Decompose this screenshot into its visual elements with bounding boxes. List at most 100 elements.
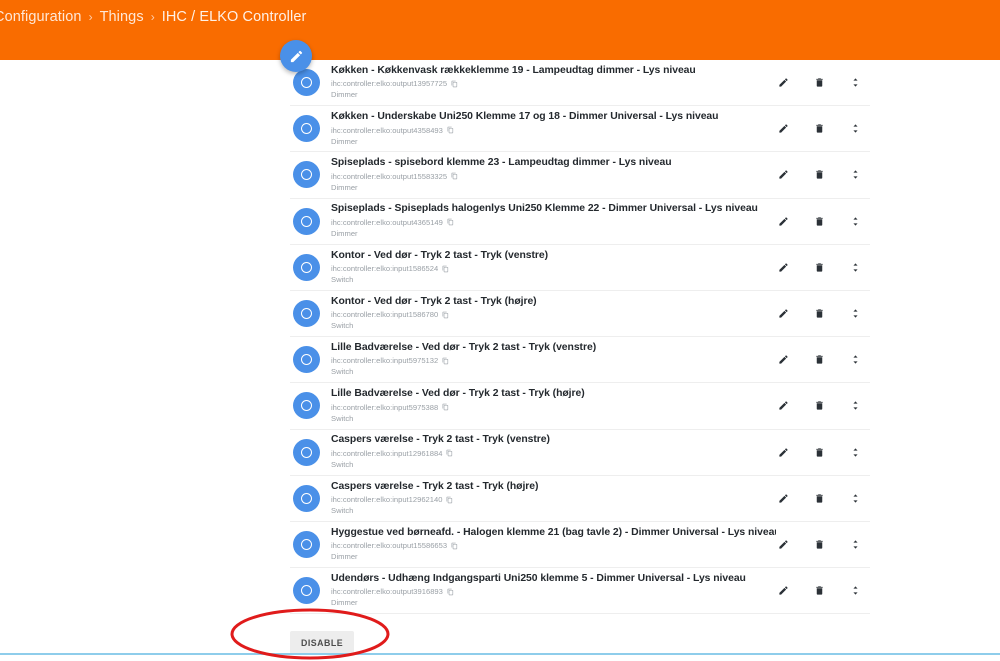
copy-icon[interactable]	[447, 588, 454, 596]
delete-channel-icon[interactable]	[812, 168, 826, 182]
delete-channel-icon[interactable]	[812, 445, 826, 459]
reorder-channel-icon[interactable]	[848, 445, 862, 459]
edit-channel-icon[interactable]	[776, 491, 790, 505]
channel-uid: ihc:controller:elko:output13957725	[331, 79, 448, 89]
copy-icon[interactable]	[451, 80, 458, 88]
delete-channel-icon[interactable]	[812, 537, 826, 551]
channel-row[interactable]: Kontor - Ved dør - Tryk 2 tast - Tryk (v…	[290, 245, 870, 291]
channel-row[interactable]: Lille Badværelse - Ved dør - Tryk 2 tast…	[290, 337, 870, 384]
channel-actions	[776, 584, 870, 598]
channel-avatar	[293, 300, 320, 328]
channel-row[interactable]: Køkken - Køkkenvask rækkeklemme 19 - Lam…	[290, 60, 870, 107]
reorder-channel-icon[interactable]	[848, 491, 862, 505]
footer-actions: DISABLE	[290, 625, 870, 661]
delete-channel-icon[interactable]	[812, 76, 826, 90]
copy-icon[interactable]	[446, 449, 453, 457]
edit-fab-button[interactable]	[280, 40, 312, 72]
copy-icon[interactable]	[442, 311, 449, 319]
copy-icon[interactable]	[442, 265, 449, 273]
channel-status-icon	[301, 585, 312, 597]
channel-row[interactable]: Hyggestue ved børneafd. - Halogen klemme…	[290, 522, 870, 569]
channel-uid: ihc:controller:elko:output15586653	[331, 541, 448, 551]
reorder-channel-icon[interactable]	[848, 214, 862, 228]
edit-channel-icon[interactable]	[776, 76, 790, 90]
reorder-channel-icon[interactable]	[848, 584, 862, 598]
copy-icon[interactable]	[451, 542, 458, 550]
edit-channel-icon[interactable]	[776, 445, 790, 459]
channel-actions	[776, 76, 870, 90]
channel-uid-line: ihc:controller:elko:output4365149	[331, 217, 776, 228]
channel-status-icon	[301, 123, 312, 135]
channel-avatar	[293, 161, 320, 189]
edit-channel-icon[interactable]	[776, 353, 790, 367]
channel-row[interactable]: Caspers værelse - Tryk 2 tast - Tryk (ve…	[290, 430, 870, 476]
delete-channel-icon[interactable]	[812, 399, 826, 413]
copy-icon[interactable]	[442, 403, 449, 411]
channel-uid: ihc:controller:elko:input12961884	[331, 448, 443, 458]
copy-icon[interactable]	[451, 172, 458, 180]
channel-title: Caspers værelse - Tryk 2 tast - Tryk (hø…	[331, 480, 539, 492]
breadcrumb-item-configuration[interactable]: Configuration	[0, 6, 82, 28]
reorder-channel-icon[interactable]	[848, 168, 862, 182]
edit-channel-icon[interactable]	[776, 399, 790, 413]
channel-uid-line: ihc:controller:elko:input1586524	[331, 263, 776, 274]
edit-channel-icon[interactable]	[776, 537, 790, 551]
disable-button[interactable]: DISABLE	[290, 631, 355, 655]
edit-channel-icon[interactable]	[776, 214, 790, 228]
delete-channel-icon[interactable]	[812, 307, 826, 321]
channel-title: Lille Badværelse - Ved dør - Tryk 2 tast…	[331, 341, 597, 353]
reorder-channel-icon[interactable]	[848, 76, 862, 90]
delete-channel-icon[interactable]	[812, 214, 826, 228]
breadcrumb-separator-icon: ›	[88, 10, 93, 24]
reorder-channel-icon[interactable]	[848, 260, 862, 274]
edit-channel-icon[interactable]	[776, 168, 790, 182]
reorder-channel-icon[interactable]	[848, 353, 862, 367]
channel-row[interactable]: Caspers værelse - Tryk 2 tast - Tryk (hø…	[290, 476, 870, 522]
channel-type: Dimmer	[331, 182, 358, 192]
channel-text-block: Spiseplads - Spiseplads halogenlys Uni25…	[320, 203, 776, 239]
copy-icon[interactable]	[442, 357, 449, 365]
reorder-channel-icon[interactable]	[848, 399, 862, 413]
delete-channel-icon[interactable]	[812, 353, 826, 367]
channel-uid-line: ihc:controller:elko:output4358493	[331, 125, 776, 136]
channel-row[interactable]: Spiseplads - Spiseplads halogenlys Uni25…	[290, 199, 870, 245]
channel-type: Dimmer	[331, 136, 358, 146]
edit-channel-icon[interactable]	[776, 122, 790, 136]
reorder-channel-icon[interactable]	[848, 537, 862, 551]
channel-uid-line: ihc:controller:elko:input5975388	[331, 402, 776, 413]
copy-icon[interactable]	[447, 126, 454, 134]
channel-actions	[776, 307, 870, 321]
channel-title: Spiseplads - spisebord klemme 23 - Lampe…	[331, 157, 672, 169]
channel-text-block: Lille Badværelse - Ved dør - Tryk 2 tast…	[320, 342, 776, 378]
channel-uid: ihc:controller:elko:output4365149	[331, 217, 443, 227]
copy-icon[interactable]	[447, 218, 454, 226]
channel-title: Caspers værelse - Tryk 2 tast - Tryk (ve…	[331, 434, 550, 446]
reorder-channel-icon[interactable]	[848, 122, 862, 136]
edit-channel-icon[interactable]	[776, 584, 790, 598]
edit-channel-icon[interactable]	[776, 260, 790, 274]
channel-uid: ihc:controller:elko:input1586780	[331, 310, 439, 320]
channel-row[interactable]: Lille Badværelse - Ved dør - Tryk 2 tast…	[290, 383, 870, 430]
edit-channel-icon[interactable]	[776, 307, 790, 321]
channel-row[interactable]: Spiseplads - spisebord klemme 23 - Lampe…	[290, 152, 870, 199]
delete-channel-icon[interactable]	[812, 122, 826, 136]
channel-row[interactable]: Køkken - Underskabe Uni250 Klemme 17 og …	[290, 106, 870, 153]
breadcrumb-separator-icon: ›	[150, 10, 155, 24]
channel-list: Køkken - Køkkenvask rækkeklemme 19 - Lam…	[290, 60, 870, 615]
channel-text-block: Lille Badværelse - Ved dør - Tryk 2 tast…	[320, 388, 776, 424]
breadcrumb-item-things[interactable]: Things	[100, 6, 144, 28]
reorder-channel-icon[interactable]	[848, 307, 862, 321]
channel-row[interactable]: Kontor - Ved dør - Tryk 2 tast - Tryk (h…	[290, 291, 870, 338]
breadcrumb-item-current[interactable]: IHC / ELKO Controller	[162, 6, 307, 28]
channel-title: Lille Badværelse - Ved dør - Tryk 2 tast…	[331, 388, 585, 400]
channel-title: Køkken - Underskabe Uni250 Klemme 17 og …	[331, 111, 719, 123]
app-bar: Configuration › Things › IHC / ELKO Cont…	[0, 0, 1000, 60]
delete-channel-icon[interactable]	[812, 584, 826, 598]
channel-row[interactable]: Udendørs - Udhæng Indgangsparti Uni250 k…	[290, 568, 870, 615]
copy-icon[interactable]	[446, 496, 453, 504]
delete-channel-icon[interactable]	[812, 491, 826, 505]
delete-channel-icon[interactable]	[812, 260, 826, 274]
channel-status-icon	[301, 354, 312, 366]
channel-avatar	[293, 346, 320, 374]
channel-avatar	[293, 69, 320, 97]
